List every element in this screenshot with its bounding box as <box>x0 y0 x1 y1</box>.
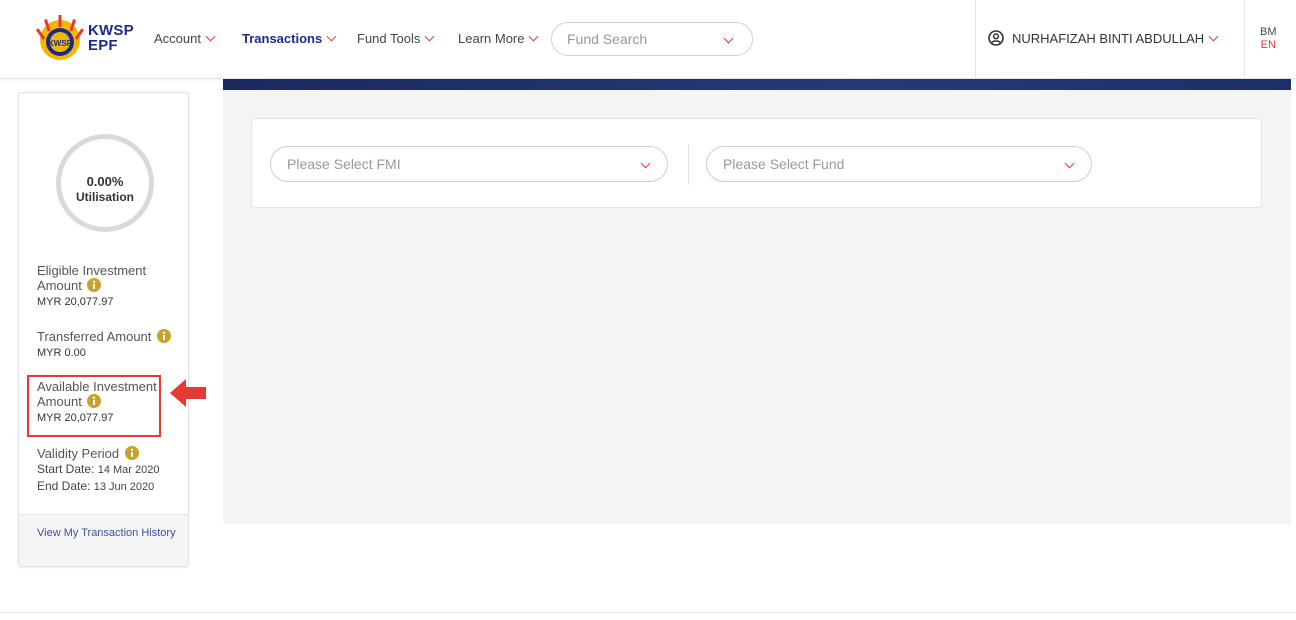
nav-fund-tools-label: Fund Tools <box>357 31 421 46</box>
footer-divider <box>0 612 1296 613</box>
brand-line-2: EPF <box>88 37 118 54</box>
nav-transactions-label: Transactions <box>242 31 323 46</box>
validity-period-block: Validity Period Start Date: 14 Mar 2020 … <box>37 446 187 495</box>
chevron-down-icon <box>640 158 651 169</box>
nav-account[interactable]: Account <box>154 31 216 46</box>
chevron-down-icon <box>1064 158 1075 169</box>
fund-search-dropdown[interactable]: Fund Search <box>551 22 753 56</box>
transferred-amount-label: Transferred Amount <box>37 329 152 344</box>
utilisation-ring: 0.00% Utilisation <box>56 134 154 232</box>
nav-learn-more-label: Learn More <box>458 31 525 46</box>
utilisation-percentage: 0.00% <box>86 174 124 189</box>
info-icon[interactable] <box>124 446 139 460</box>
nav-transactions[interactable]: Transactions <box>242 31 337 46</box>
info-icon[interactable] <box>157 329 172 343</box>
banner-strip <box>223 79 1291 90</box>
chevron-down-icon <box>1208 31 1219 41</box>
user-circle-icon <box>988 30 1004 46</box>
nav-divider <box>975 0 976 78</box>
kwsp-emblem-icon: KWSP <box>36 15 84 60</box>
start-date-line: Start Date: 14 Mar 2020 <box>37 461 187 478</box>
lang-en-link[interactable]: EN <box>1260 39 1277 52</box>
chevron-down-icon <box>326 31 337 42</box>
brand-line-1: KWSP <box>88 22 134 39</box>
lang-bm-link[interactable]: BM <box>1260 26 1277 39</box>
fund-select-placeholder: Please Select Fund <box>723 156 845 172</box>
user-menu[interactable]: NURHAFIZAH BINTI ABDULLAH <box>988 30 1219 46</box>
nav-divider <box>1244 0 1245 78</box>
view-transaction-history-link[interactable]: View My Transaction History <box>37 526 177 540</box>
eligible-investment-value: MYR 20,077.97 <box>37 296 114 308</box>
nav-learn-more[interactable]: Learn More <box>458 31 539 46</box>
user-name: NURHAFIZAH BINTI ABDULLAH <box>1012 30 1205 46</box>
start-date-value: 14 Mar 2020 <box>97 464 160 476</box>
chevron-down-icon <box>723 33 734 44</box>
fund-select[interactable]: Please Select Fund <box>706 146 1092 182</box>
info-icon[interactable] <box>87 278 102 292</box>
fmi-select[interactable]: Please Select FMI <box>270 146 668 182</box>
validity-period-label: Validity Period <box>37 446 120 461</box>
nav-fund-tools[interactable]: Fund Tools <box>357 31 435 46</box>
fund-filter-card: Please Select FMI Please Select Fund <box>251 118 1262 208</box>
brand-text: KWSP EPF <box>88 23 134 53</box>
end-date-value: 13 Jun 2020 <box>93 481 155 493</box>
end-date-line: End Date: 13 Jun 2020 <box>37 478 187 495</box>
start-date-label: Start Date: <box>37 462 95 476</box>
sidebar-footer: View My Transaction History <box>19 514 188 566</box>
highlight-box <box>27 375 161 437</box>
language-switch: BM EN <box>1260 26 1277 52</box>
kwsp-epf-logo[interactable]: KWSP KWSP EPF <box>36 12 134 64</box>
top-navigation: KWSP KWSP EPF Account Transactions Fund … <box>0 0 1296 79</box>
svg-text:KWSP: KWSP <box>48 39 73 48</box>
transferred-amount-block: Transferred Amount MYR 0.00 <box>37 329 187 361</box>
utilisation-label: Utilisation <box>75 190 134 204</box>
filter-divider <box>688 145 689 185</box>
fund-search-placeholder: Fund Search <box>567 31 648 47</box>
end-date-label: End Date: <box>37 479 91 493</box>
eligible-investment-block: Eligible Investment Amount MYR 20,077.97 <box>37 263 187 310</box>
nav-account-label: Account <box>154 31 201 46</box>
red-arrow-left-icon <box>170 379 206 407</box>
investment-summary-card: 0.00% Utilisation Eligible Investment Am… <box>18 92 189 567</box>
chevron-down-icon <box>424 31 435 42</box>
fmi-select-placeholder: Please Select FMI <box>287 156 401 172</box>
transferred-amount-value: MYR 0.00 <box>37 347 86 359</box>
chevron-down-icon <box>205 31 216 42</box>
chevron-down-icon <box>529 31 539 42</box>
